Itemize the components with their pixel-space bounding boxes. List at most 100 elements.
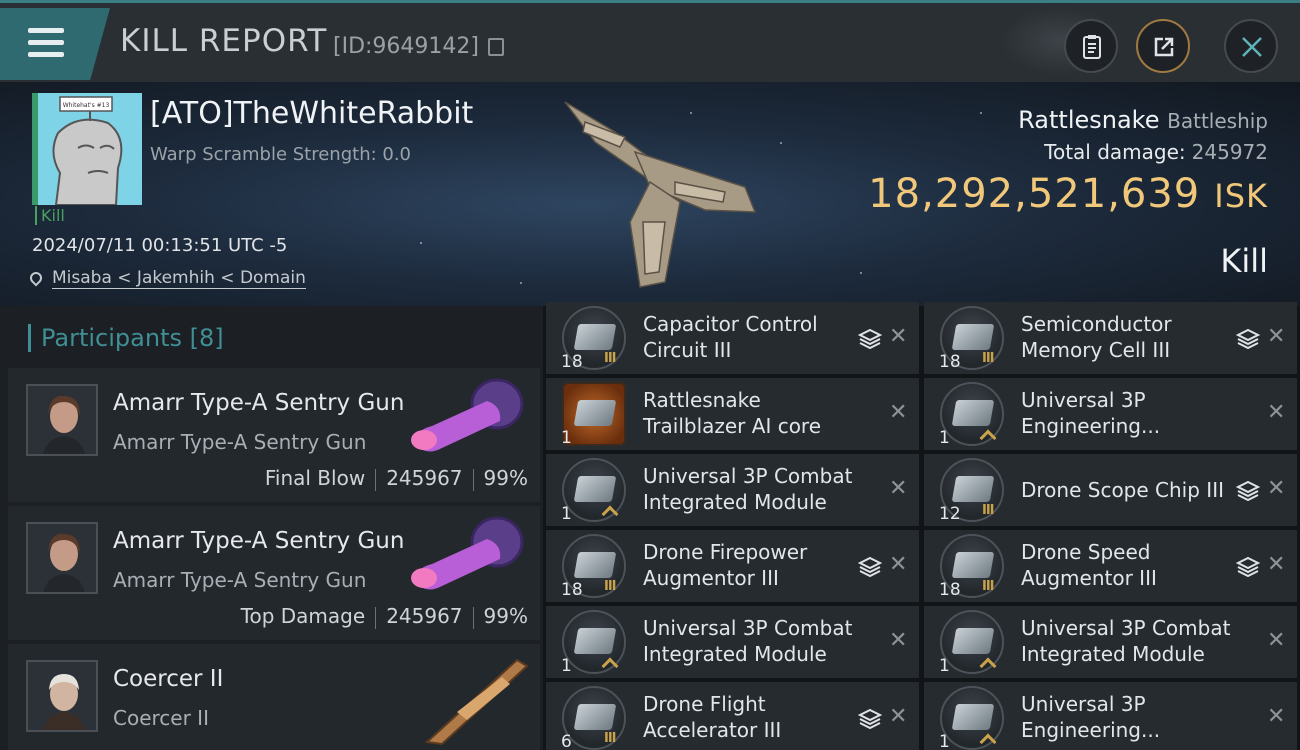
- module-item[interactable]: 18 III Capacitor Control Circuit III ✕: [546, 302, 919, 374]
- participant-ship: Coercer II: [113, 706, 209, 730]
- x-icon[interactable]: ✕: [1267, 400, 1285, 425]
- weapon-image: [411, 378, 524, 452]
- module-name: Capacitor Control Circuit III: [643, 312, 818, 362]
- module-quantity: 6: [561, 732, 572, 750]
- module-tier: III: [604, 351, 616, 366]
- menu-icon: [28, 28, 64, 58]
- participant-percent: 99%: [483, 604, 528, 628]
- close-icon: [1242, 37, 1262, 57]
- layers-icon[interactable]: [1236, 480, 1260, 502]
- module-quantity: 18: [561, 580, 583, 600]
- layers-icon[interactable]: [858, 556, 882, 578]
- module-quantity: 1: [561, 656, 572, 676]
- top-bar: KILL REPORT [ID:9649142]: [0, 0, 1300, 82]
- layers-icon[interactable]: [1236, 328, 1260, 350]
- x-icon[interactable]: ✕: [1267, 704, 1285, 729]
- module-quantity: 1: [561, 504, 572, 524]
- total-damage-value: 245972: [1191, 140, 1268, 164]
- participant-row[interactable]: Amarr Type-A Sentry Gun Amarr Type-A Sen…: [8, 368, 540, 502]
- module-item[interactable]: 1 Universal 3P Engineering... ✕: [924, 682, 1297, 750]
- x-icon[interactable]: ✕: [889, 628, 907, 653]
- copy-icon[interactable]: [488, 38, 504, 56]
- participant-damage: 245967: [386, 466, 463, 490]
- victim-summary: Whitehat's #13 [ATO]TheWhiteRabbit Warp …: [0, 82, 1300, 306]
- module-name: Drone Flight Accelerator III: [643, 692, 782, 742]
- module-item[interactable]: 18 III Drone Firepower Augmentor III ✕: [546, 530, 919, 602]
- isk-amount: 18,292,521,639: [868, 171, 1201, 217]
- total-damage: Total damage: 245972: [1044, 140, 1268, 164]
- x-icon[interactable]: ✕: [1267, 324, 1285, 349]
- module-item[interactable]: 1 Universal 3P Engineering... ✕: [924, 378, 1297, 450]
- kill-tag: Kill: [35, 206, 65, 225]
- module-item[interactable]: 6 III Drone Flight Accelerator III ✕: [546, 682, 919, 750]
- x-icon[interactable]: ✕: [889, 476, 907, 501]
- participant-avatar: [26, 660, 98, 732]
- victim-ship-image: [564, 101, 757, 288]
- module-tier: III: [604, 579, 616, 594]
- module-item[interactable]: 12 III Drone Scope Chip III ✕: [924, 454, 1297, 526]
- warp-scramble-strength: Warp Scramble Strength: 0.0: [150, 144, 412, 165]
- x-icon[interactable]: ✕: [889, 400, 907, 425]
- kill-id: [ID:9649142]: [333, 34, 479, 59]
- ship-name: Rattlesnake: [1018, 106, 1160, 134]
- isk-unit: ISK: [1214, 177, 1268, 215]
- participant-ship: Amarr Type-A Sentry Gun: [113, 568, 367, 592]
- participant-stats: Top Damage 245967 99%: [241, 604, 528, 629]
- module-quantity: 12: [939, 504, 961, 524]
- module-tier: III: [604, 731, 616, 746]
- participant-avatar: [26, 384, 98, 456]
- fitted-modules-panel: 18 III Capacitor Control Circuit III ✕ 18 III…: [543, 302, 1300, 750]
- module-quantity: 18: [939, 580, 961, 600]
- ship-class: Battleship: [1167, 109, 1268, 133]
- module-item[interactable]: 1 Universal 3P Combat Integrated Module ✕: [546, 606, 919, 678]
- clipboard-button[interactable]: [1064, 19, 1118, 73]
- victim-portrait[interactable]: Whitehat's #13: [32, 93, 142, 205]
- module-name: Semiconductor Memory Cell III: [1021, 312, 1172, 362]
- location-link[interactable]: Misaba < Jakemhih < Domain: [52, 268, 306, 289]
- weapon-image: [411, 516, 524, 590]
- layers-icon[interactable]: [1236, 556, 1260, 578]
- layers-icon[interactable]: [858, 708, 882, 730]
- ship-image: [424, 658, 529, 746]
- participant-percent: 99%: [483, 466, 528, 490]
- module-name: Universal 3P Combat Integrated Module: [1021, 616, 1231, 666]
- module-item[interactable]: 1 Universal 3P Combat Integrated Module ✕: [546, 454, 919, 526]
- module-name: Universal 3P Combat Integrated Module: [643, 464, 853, 514]
- x-icon[interactable]: ✕: [889, 552, 907, 577]
- layers-icon[interactable]: [858, 328, 882, 350]
- participant-name: Coercer II: [113, 666, 224, 692]
- ship-type[interactable]: Rattlesnake Battleship: [1018, 106, 1268, 134]
- participant-row[interactable]: Amarr Type-A Sentry Gun Amarr Type-A Sen…: [8, 506, 540, 640]
- participants-header: Participants [8]: [28, 324, 224, 352]
- module-tier: III: [982, 579, 994, 594]
- module-item[interactable]: 1 Rattlesnake Trailblazer AI core ✕: [546, 378, 919, 450]
- x-icon[interactable]: ✕: [1267, 628, 1285, 653]
- module-item[interactable]: 18 III Semiconductor Memory Cell III ✕: [924, 302, 1297, 374]
- x-icon[interactable]: ✕: [1267, 552, 1285, 577]
- participant-role: Final Blow: [264, 466, 366, 490]
- kill-location[interactable]: Misaba < Jakemhih < Domain: [27, 268, 306, 289]
- module-quantity: 18: [939, 352, 961, 372]
- kill-result: Kill: [1220, 242, 1268, 280]
- x-icon[interactable]: ✕: [889, 704, 907, 729]
- module-item[interactable]: 18 III Drone Speed Augmentor III ✕: [924, 530, 1297, 602]
- participants-count: [8]: [189, 324, 224, 352]
- module-name: Universal 3P Engineering...: [1021, 388, 1161, 438]
- participants-label: Participants: [41, 324, 182, 352]
- module-name: Universal 3P Combat Integrated Module: [643, 616, 853, 666]
- x-icon[interactable]: ✕: [889, 324, 907, 349]
- share-button[interactable]: [1136, 19, 1190, 73]
- participant-row[interactable]: Coercer II Coercer II: [8, 644, 540, 750]
- module-item[interactable]: 1 Universal 3P Combat Integrated Module ✕: [924, 606, 1297, 678]
- menu-button[interactable]: [0, 8, 110, 80]
- isk-value: 18,292,521,639 ISK: [868, 171, 1268, 217]
- participant-ship: Amarr Type-A Sentry Gun: [113, 430, 367, 454]
- victim-name[interactable]: [ATO]TheWhiteRabbit: [150, 96, 473, 131]
- close-button[interactable]: [1224, 19, 1278, 73]
- x-icon[interactable]: ✕: [1267, 476, 1285, 501]
- module-quantity: 1: [939, 656, 950, 676]
- module-quantity: 1: [939, 732, 950, 750]
- participants-panel: Participants [8] Amarr Type-A Sentry Gun…: [0, 306, 543, 750]
- participant-damage: 245967: [386, 604, 463, 628]
- kill-datetime: 2024/07/11 00:13:51 UTC -5: [32, 235, 288, 256]
